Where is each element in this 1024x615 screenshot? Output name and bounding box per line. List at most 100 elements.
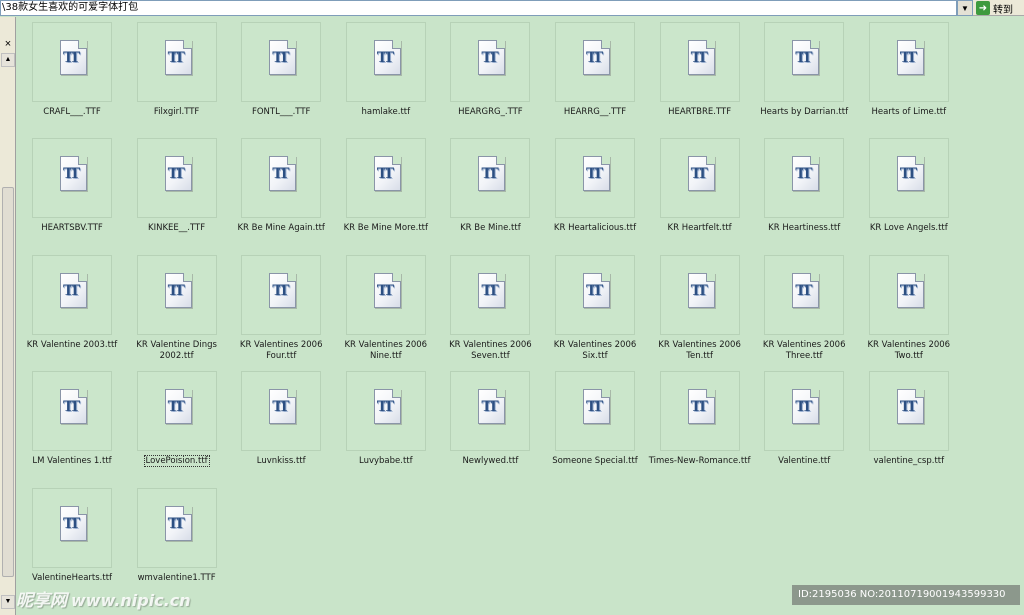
file-thumbnail: TT	[764, 138, 845, 219]
file-item[interactable]: TT KR Heartfelt.ttf	[648, 136, 752, 252]
truetype-font-icon: TT	[269, 40, 297, 75]
file-item[interactable]: TT valentine_csp.ttf	[857, 369, 961, 485]
close-icon[interactable]: ×	[1, 37, 15, 51]
file-name-text: Newlywed.ttf	[462, 456, 519, 467]
file-item[interactable]: TT Filxgirl.TTF	[125, 20, 229, 136]
file-item[interactable]: TT KR Valentines 2006 Nine.ttf	[334, 253, 438, 369]
truetype-font-icon-label: TT	[63, 398, 80, 416]
address-dropdown-button[interactable]: ▼	[957, 0, 973, 16]
file-name-text: KR Valentines 2006 Three.ttf	[762, 339, 846, 361]
file-item[interactable]: TT Hearts of Lime.ttf	[857, 20, 961, 136]
file-item[interactable]: TT FONTL___.TTF	[229, 20, 333, 136]
file-item[interactable]: TT CRAFL___.TTF	[20, 20, 124, 136]
file-item[interactable]: TT KR Valentines 2006 Two.ttf	[857, 253, 961, 369]
file-item[interactable]: TT Valentine.ttf	[752, 369, 856, 485]
file-item[interactable]: TT LovePoision.ttf	[125, 369, 229, 485]
file-name-text: KR Valentines 2006 Nine.ttf	[344, 339, 428, 361]
file-name: KR Be Mine More.ttf	[334, 223, 438, 234]
scroll-down-button[interactable]: ▼	[1, 595, 15, 609]
file-item[interactable]: TT HEARTSBV.TTF	[20, 136, 124, 252]
file-item[interactable]: TT Luvybabe.ttf	[334, 369, 438, 485]
file-thumbnail: TT	[868, 138, 949, 219]
truetype-font-icon-label: TT	[690, 281, 708, 299]
file-name-text: wmvalentine1.TTF	[137, 572, 216, 583]
file-item[interactable]: TT KR Heartalicious.ttf	[543, 136, 647, 252]
file-name: KR Heartfelt.ttf	[648, 223, 752, 234]
file-item[interactable]: TT HEARRG__.TTF	[543, 20, 647, 136]
address-input[interactable]: \38款女生喜欢的可爱字体打包	[0, 0, 957, 16]
file-name-text: CRAFL___.TTF	[43, 107, 101, 117]
go-button-label: 转到	[993, 4, 1013, 16]
truetype-font-icon-label: TT	[63, 514, 80, 532]
file-name: Someone Special.ttf	[543, 456, 647, 467]
file-name-text: KINKEE__.TTF	[148, 223, 206, 234]
file-name: FONTL___.TTF	[229, 107, 333, 118]
file-name-text: KR Love Angels.ttf	[869, 223, 948, 234]
file-name-text: HEARTBRE.TTF	[668, 107, 732, 117]
truetype-font-icon-label: TT	[795, 49, 812, 66]
file-name-text: KR Valentines 2006 Ten.ttf	[658, 339, 741, 361]
file-item[interactable]: TT KR Be Mine More.ttf	[334, 136, 438, 252]
file-item[interactable]: TT KR Be Mine.ttf	[438, 136, 542, 252]
file-item[interactable]: TT HEARTBRE.TTF	[648, 20, 752, 136]
file-name-text: Someone Special.ttf	[552, 456, 638, 467]
file-name: Hearts of Lime.ttf	[857, 107, 961, 118]
file-name: Luvnkiss.ttf	[229, 456, 333, 467]
file-item[interactable]: TT KR Be Mine Again.ttf	[229, 136, 333, 252]
file-thumbnail: TT	[136, 138, 217, 219]
file-item[interactable]: TT KR Valentines 2006 Three.ttf	[752, 253, 856, 369]
file-item[interactable]: TT KR Valentines 2006 Seven.ttf	[438, 253, 542, 369]
file-name: KR Valentines 2006 Seven.ttf	[438, 340, 542, 362]
file-thumbnail: TT	[345, 254, 426, 335]
file-item[interactable]: TT HEARGRG_.TTF	[438, 20, 542, 136]
truetype-font-icon: TT	[373, 40, 401, 75]
truetype-font-icon-label: TT	[272, 165, 289, 183]
file-thumbnail: TT	[241, 371, 322, 452]
file-name: KR Valentines 2006 Nine.ttf	[334, 340, 438, 362]
truetype-font-icon-label: TT	[481, 49, 498, 66]
file-item[interactable]: TT wmvalentine1.TTF	[125, 486, 229, 602]
file-name: CRAFL___.TTF	[20, 107, 124, 118]
truetype-font-icon-label: TT	[481, 165, 498, 183]
file-item[interactable]: TT hamlake.ttf	[334, 20, 438, 136]
file-item[interactable]: TT KR Valentines 2006 Four.ttf	[229, 253, 333, 369]
file-name: Times-New-Romance.ttf	[648, 456, 752, 467]
truetype-font-icon: TT	[269, 389, 297, 425]
file-thumbnail: TT	[555, 254, 635, 335]
watermark-brand: 昵享网 www.nipic.cn	[16, 586, 191, 611]
go-button[interactable]: ➜ 转到	[976, 0, 1024, 16]
file-name-text: valentine_csp.ttf	[873, 456, 945, 467]
file-item[interactable]: TT KR Valentines 2006 Ten.ttf	[648, 253, 752, 369]
file-thumbnail: TT	[868, 371, 949, 452]
file-thumbnail: TT	[659, 371, 740, 452]
file-item[interactable]: TT KR Valentines 2006 Six.ttf	[543, 253, 647, 369]
file-item[interactable]: TT Someone Special.ttf	[543, 369, 647, 485]
file-item[interactable]: TT KR Heartiness.ttf	[752, 136, 856, 252]
file-item[interactable]: TT KINKEE__.TTF	[125, 136, 229, 252]
file-thumbnail: TT	[32, 22, 112, 102]
file-item[interactable]: TT Times-New-Romance.ttf	[648, 369, 752, 485]
file-item[interactable]: TT Newlywed.ttf	[438, 369, 542, 485]
scroll-up-button[interactable]: ▲	[1, 53, 15, 67]
file-item[interactable]: TT KR Love Angels.ttf	[857, 136, 961, 252]
file-thumbnail: TT	[659, 22, 740, 102]
scrollbar-thumb[interactable]	[2, 187, 14, 577]
file-item[interactable]: TT Luvnkiss.ttf	[229, 369, 333, 485]
truetype-font-icon-label: TT	[899, 398, 917, 416]
truetype-font-icon: TT	[60, 40, 87, 75]
file-item[interactable]: TT LM Valentines 1.ttf	[20, 369, 124, 485]
file-item[interactable]: TT Hearts by Darrian.ttf	[752, 20, 856, 136]
truetype-font-icon-label: TT	[167, 398, 185, 416]
truetype-font-icon: TT	[478, 272, 506, 308]
file-name: Filxgirl.TTF	[125, 107, 229, 118]
file-item[interactable]: TT KR Valentine Dings 2002.ttf	[125, 253, 229, 369]
file-item[interactable]: TT KR Valentine 2003.ttf	[20, 253, 124, 369]
truetype-font-icon-label: TT	[586, 398, 603, 416]
file-thumbnail: TT	[136, 487, 217, 568]
file-thumbnail: TT	[764, 254, 845, 335]
truetype-font-icon-label: TT	[167, 281, 185, 299]
file-name: KR Valentines 2006 Six.ttf	[543, 340, 647, 362]
file-name: hamlake.ttf	[334, 107, 438, 118]
truetype-font-icon-label: TT	[63, 281, 80, 299]
file-item[interactable]: TT ValentineHearts.ttf	[20, 486, 124, 602]
